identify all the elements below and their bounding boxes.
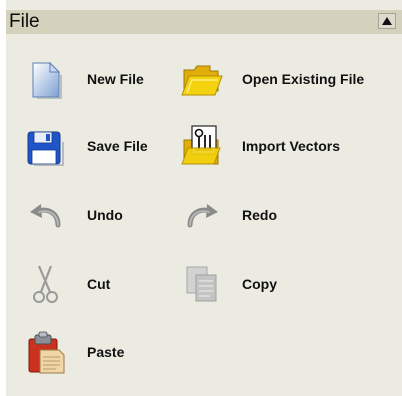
undo-arrow-icon [30,204,61,228]
undo-label: Undo [87,207,123,223]
panel-title: File [9,11,40,32]
cut-button[interactable]: Cut [24,262,174,306]
collapse-button[interactable] [378,13,396,29]
import-vectors-label: Import Vectors [242,138,341,154]
floppy-disk-icon [27,131,64,166]
paste-label: Paste [87,344,125,360]
open-existing-file-label: Open Existing File [242,71,365,87]
panel-header[interactable]: File [6,10,402,34]
triangle-up-icon [382,17,392,25]
save-file-button[interactable]: Save File [24,124,174,168]
redo-label: Redo [242,207,277,223]
copy-pages-icon [186,266,217,302]
redo-arrow-icon [187,204,218,228]
open-folder-icon [181,65,223,96]
copy-button[interactable]: Copy [180,262,402,306]
new-file-icon [32,61,62,99]
undo-button[interactable]: Undo [24,193,174,237]
save-file-label: Save File [87,138,148,154]
redo-button[interactable]: Redo [180,193,402,237]
import-vectors-button[interactable]: Import Vectors [180,124,402,168]
file-panel: File New File Open Existing File Save Fi… [6,0,402,396]
scissors-icon [33,265,58,303]
import-vectors-icon [181,125,221,165]
new-file-label: New File [87,71,144,87]
copy-label: Copy [242,276,277,292]
paste-button[interactable]: Paste [24,330,174,374]
cut-label: Cut [87,276,111,292]
new-file-button[interactable]: New File [24,57,174,101]
clipboard-icon [28,331,65,374]
open-existing-file-button[interactable]: Open Existing File [180,57,402,101]
